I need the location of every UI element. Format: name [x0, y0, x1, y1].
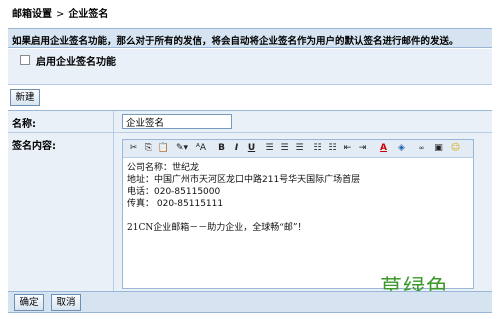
image-icon[interactable]: ▣: [432, 142, 445, 155]
column-divider: [113, 111, 114, 292]
copy-icon[interactable]: ⎘: [142, 142, 155, 155]
align-center-icon[interactable]: ☰: [278, 142, 291, 155]
cut-icon[interactable]: ✂: [127, 142, 140, 155]
ok-button[interactable]: 确定: [14, 294, 44, 311]
name-label: 名称:: [12, 119, 36, 130]
bold-icon[interactable]: B: [215, 142, 228, 155]
rich-text-editor[interactable]: ✂ ⎘ 📋 ✎▾ ᴬA B I U ☰ ☰ ☰ ☷ ☷ ⇤ ⇥ A ◈ ∞ ▣ …: [122, 139, 474, 289]
enable-signature-checkbox[interactable]: [20, 55, 30, 65]
emoticon-icon[interactable]: ☺: [449, 142, 462, 155]
align-right-icon[interactable]: ☰: [293, 142, 306, 155]
italic-icon[interactable]: I: [230, 142, 243, 155]
text-color-icon[interactable]: A: [377, 142, 390, 155]
signature-phone: 电话：020-85115000: [127, 187, 221, 197]
enable-row: 启用企业签名功能: [8, 49, 492, 85]
font-size-icon[interactable]: ᴬA: [193, 142, 209, 155]
breadcrumb-current: 企业签名: [68, 9, 109, 20]
new-button[interactable]: 新建: [10, 89, 40, 106]
link-icon[interactable]: ∞: [415, 142, 428, 155]
align-left-icon[interactable]: ☰: [263, 142, 276, 155]
content-label: 签名内容:: [12, 141, 56, 152]
breadcrumb-separator: >: [56, 9, 65, 20]
name-row: 名称:: [8, 111, 492, 133]
paste-icon[interactable]: 📋: [157, 142, 170, 155]
signature-company: 公司名称：世纪龙: [127, 163, 200, 173]
signature-form: 名称: 签名内容: ✂ ⎘ 📋 ✎▾ ᴬA B I U ☰ ☰ ☰ ☷ ☷ ⇤ …: [8, 110, 492, 292]
signature-slogan: 21CN企业邮箱－－助力企业，全球畅“邮”！: [127, 223, 307, 233]
unordered-list-icon[interactable]: ☷: [326, 142, 339, 155]
underline-icon[interactable]: U: [245, 142, 258, 155]
breadcrumb: 邮箱设置 > 企业签名: [12, 5, 108, 20]
outdent-icon[interactable]: ⇤: [341, 142, 354, 155]
cancel-button[interactable]: 取消: [51, 294, 81, 311]
breadcrumb-parent[interactable]: 邮箱设置: [12, 9, 52, 20]
ordered-list-icon[interactable]: ☷: [311, 142, 324, 155]
notice-banner: 如果启用企业签名功能，那么对于所有的发信，将会自动将企业签名作为用户的默认签名进…: [8, 28, 492, 48]
signature-fax: 传真： 020-85115111: [127, 199, 224, 209]
action-bar: 确定 取消: [8, 291, 492, 313]
signature-content[interactable]: 公司名称：世纪龙 地址：中国广州市天河区龙口中路211号华天国际广场首层 电话：…: [127, 162, 467, 234]
enable-signature-label: 启用企业签名功能: [36, 57, 116, 68]
bg-color-icon[interactable]: ◈: [395, 142, 408, 155]
indent-icon[interactable]: ⇥: [356, 142, 369, 155]
signature-address: 地址：中国广州市天河区龙口中路211号华天国际广场首层: [127, 175, 361, 185]
editor-toolbar: ✂ ⎘ 📋 ✎▾ ᴬA B I U ☰ ☰ ☰ ☷ ☷ ⇤ ⇥ A ◈ ∞ ▣ …: [123, 140, 473, 158]
name-input[interactable]: [122, 114, 232, 129]
font-icon[interactable]: ✎▾: [174, 142, 190, 155]
